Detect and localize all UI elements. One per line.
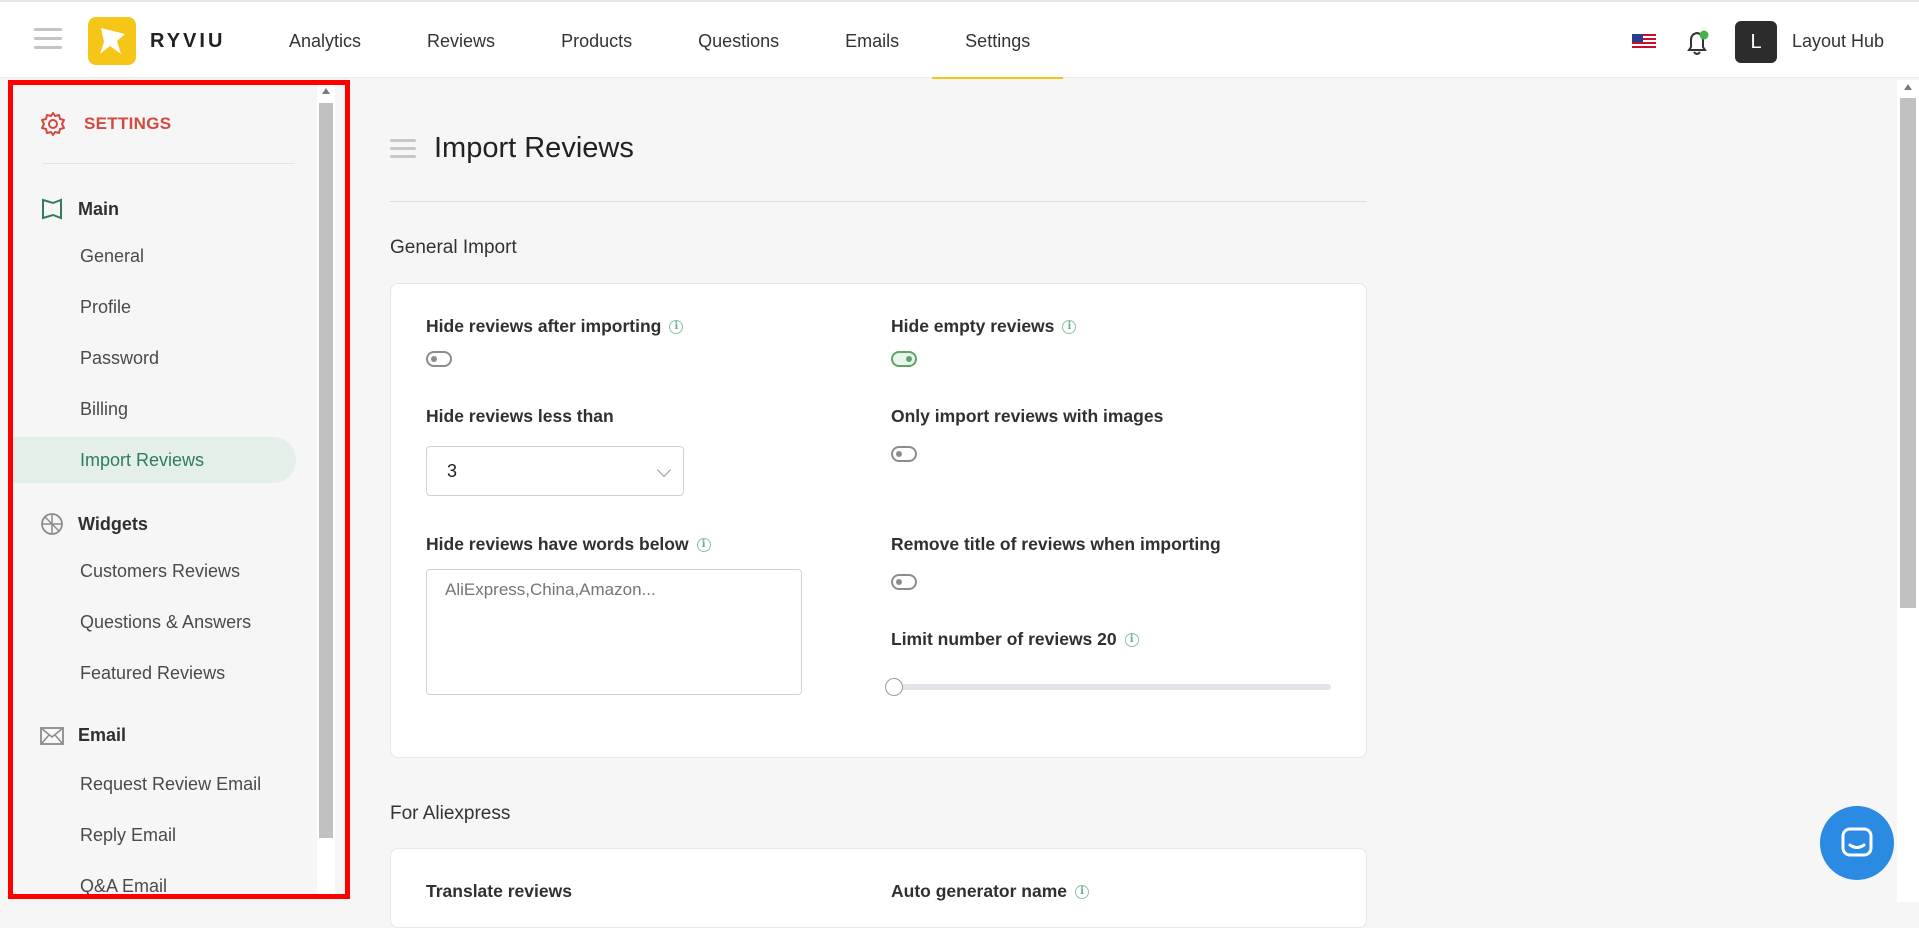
hide-words-input[interactable] xyxy=(426,569,802,695)
settings-sidebar: SETTINGS Main General Profile Password B… xyxy=(8,80,350,899)
general-import-card: Hide reviews after importing i Hide empt… xyxy=(390,283,1367,758)
info-icon[interactable]: i xyxy=(1062,319,1077,334)
main-content: Import Reviews General Import Hide revie… xyxy=(350,80,1900,928)
sidebar-item-profile[interactable]: Profile xyxy=(13,284,296,330)
notification-bell-icon[interactable] xyxy=(1683,28,1711,58)
nav-settings[interactable]: Settings xyxy=(932,2,1064,79)
hide-words-text: Hide reviews have words below xyxy=(426,534,689,554)
info-icon[interactable]: i xyxy=(1124,632,1139,647)
hide-less-than-value: 3 xyxy=(447,461,458,481)
envelope-icon xyxy=(40,726,64,745)
avatar[interactable]: L xyxy=(1735,21,1777,63)
remove-title-label: Remove title of reviews when importing xyxy=(891,534,1221,554)
only-images-toggle[interactable] xyxy=(891,446,917,462)
nav-analytics[interactable]: Analytics xyxy=(256,2,394,78)
group-main: Main xyxy=(40,197,119,221)
hide-less-than-select[interactable]: 3 xyxy=(426,446,684,496)
general-import-heading: General Import xyxy=(390,237,517,258)
settings-title: SETTINGS xyxy=(84,114,172,133)
auto-name-text: Auto generator name xyxy=(891,881,1067,901)
widgets-icon xyxy=(41,513,63,535)
store-name[interactable]: Layout Hub xyxy=(1792,31,1884,52)
aliexpress-card: Translate reviews Auto generator name i xyxy=(390,848,1367,928)
page-header: Import Reviews xyxy=(390,132,634,165)
sidebar-divider xyxy=(43,163,295,164)
hide-after-import-toggle[interactable] xyxy=(426,351,452,367)
limit-slider[interactable] xyxy=(885,678,1331,696)
sidebar-item-featured-reviews[interactable]: Featured Reviews xyxy=(13,650,296,696)
sidebar-item-request-review-email[interactable]: Request Review Email xyxy=(13,761,296,807)
sidebar-item-password[interactable]: Password xyxy=(13,335,296,381)
us-flag-icon[interactable] xyxy=(1632,34,1656,50)
sidebar-scroll-thumb[interactable] xyxy=(319,103,333,838)
scroll-up-arrow-icon[interactable] xyxy=(322,88,330,94)
scroll-up-arrow-icon[interactable] xyxy=(1904,84,1912,90)
chat-icon xyxy=(1841,827,1873,857)
hide-words-label: Hide reviews have words below i xyxy=(426,534,711,555)
translate-label: Translate reviews xyxy=(426,881,572,901)
brand-name: RYVIU xyxy=(150,30,226,52)
group-widgets-label: Widgets xyxy=(78,513,148,534)
sidebar-item-import-reviews[interactable]: Import Reviews xyxy=(13,437,296,483)
chat-button[interactable] xyxy=(1820,806,1894,880)
group-email: Email xyxy=(40,725,126,746)
top-bar: RYVIU Analytics Reviews Products Questio… xyxy=(0,0,1919,80)
sidebar-item-billing[interactable]: Billing xyxy=(13,386,296,432)
hide-empty-label: Hide empty reviews i xyxy=(891,316,1077,337)
limit-label: Limit number of reviews 20 i xyxy=(891,629,1139,650)
hide-empty-toggle[interactable] xyxy=(891,351,917,367)
info-icon[interactable]: i xyxy=(669,319,684,334)
sidebar-item-qa-email[interactable]: Q&A Email xyxy=(13,863,296,894)
main-scroll-thumb[interactable] xyxy=(1900,98,1916,608)
ryviu-logo[interactable] xyxy=(88,17,136,65)
page-title: Import Reviews xyxy=(434,132,634,164)
main-scrollbar[interactable] xyxy=(1897,80,1919,902)
hide-after-import-text: Hide reviews after importing xyxy=(426,316,662,336)
main-nav: Analytics Reviews Products Questions Ema… xyxy=(256,2,1064,80)
hide-after-import-label: Hide reviews after importing i xyxy=(426,316,684,337)
group-widgets: Widgets xyxy=(40,512,148,536)
title-divider xyxy=(390,201,1367,202)
gear-icon xyxy=(41,112,65,136)
group-main-label: Main xyxy=(78,198,120,219)
nav-reviews[interactable]: Reviews xyxy=(394,2,528,78)
sidebar-item-customers-reviews[interactable]: Customers Reviews xyxy=(13,548,296,594)
hide-less-than-label: Hide reviews less than xyxy=(426,406,614,426)
sidebar-scrollbar[interactable] xyxy=(317,85,335,894)
group-email-label: Email xyxy=(78,725,127,745)
sidebar-item-reply-email[interactable]: Reply Email xyxy=(13,812,296,858)
info-icon[interactable]: i xyxy=(696,537,711,552)
info-icon[interactable]: i xyxy=(1075,884,1089,899)
nav-products[interactable]: Products xyxy=(528,2,665,78)
limit-slider-handle[interactable] xyxy=(885,678,903,696)
aliexpress-heading: For Aliexpress xyxy=(390,803,511,824)
chevron-down-icon xyxy=(656,462,672,478)
sidebar-item-general[interactable]: General xyxy=(13,233,296,279)
hide-empty-text: Hide empty reviews xyxy=(891,316,1055,336)
settings-header: SETTINGS xyxy=(40,111,171,137)
sidebar-item-questions-answers[interactable]: Questions & Answers xyxy=(13,599,296,645)
nav-questions[interactable]: Questions xyxy=(665,2,812,78)
nav-emails[interactable]: Emails xyxy=(812,2,932,78)
remove-title-toggle[interactable] xyxy=(891,574,917,590)
menu-icon[interactable] xyxy=(34,28,62,50)
bookmark-icon xyxy=(42,198,62,220)
list-icon xyxy=(390,138,416,159)
only-images-label: Only import reviews with images xyxy=(891,406,1164,426)
auto-name-label: Auto generator name i xyxy=(891,881,1089,902)
limit-text: Limit number of reviews 20 xyxy=(891,629,1117,649)
